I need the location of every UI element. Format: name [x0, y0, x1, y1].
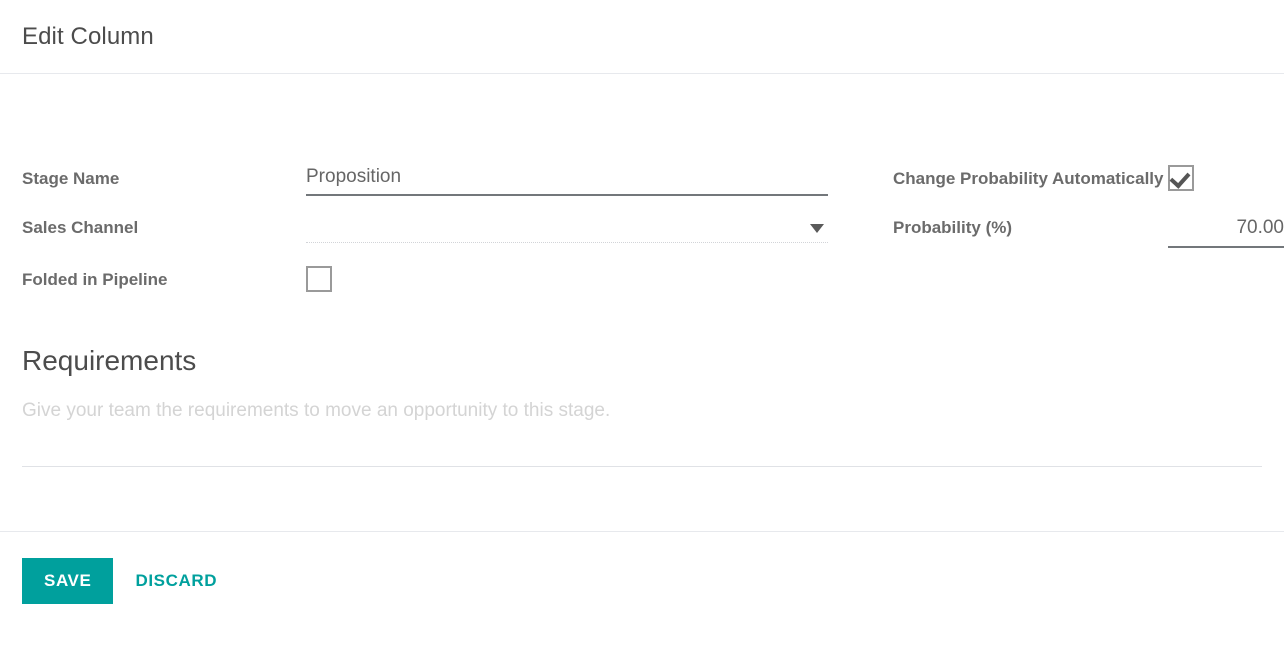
page-title: Edit Column — [22, 23, 154, 51]
sales-channel-input[interactable] — [306, 211, 828, 243]
stage-name-input[interactable]: Proposition — [306, 162, 828, 196]
folded-in-pipeline-cell — [306, 263, 829, 296]
form-grid: Stage Name Proposition Change Probabilit… — [22, 74, 1262, 296]
discard-button[interactable]: DISCARD — [119, 558, 233, 604]
probability-field-cell: 70.00 — [1168, 211, 1284, 248]
requirements-section: Requirements Give your team the requirem… — [22, 296, 1262, 426]
change-probability-checkbox-cell — [1168, 162, 1284, 195]
sales-channel-field-cell — [306, 211, 829, 243]
requirements-bottom-spacer — [22, 426, 1262, 466]
change-probability-automatically-checkbox[interactable] — [1168, 165, 1194, 191]
stage-name-field-cell: Proposition — [306, 162, 829, 196]
dialog-footer: SAVE DISCARD — [0, 532, 1284, 604]
folded-in-pipeline-checkbox[interactable] — [306, 266, 332, 292]
requirements-editor[interactable]: Give your team the requirements to move … — [22, 379, 1262, 426]
dialog-header: Edit Column — [0, 0, 1284, 73]
dialog-body: Stage Name Proposition Change Probabilit… — [0, 74, 1284, 466]
footer-top-spacer — [0, 467, 1284, 531]
stage-name-label: Stage Name — [22, 162, 306, 195]
save-button[interactable]: SAVE — [22, 558, 113, 604]
requirements-title: Requirements — [22, 343, 1262, 379]
change-probability-automatically-label: Change Probability Automatically — [893, 162, 1168, 196]
folded-in-pipeline-label: Folded in Pipeline — [22, 263, 306, 296]
probability-label: Probability (%) — [893, 211, 1168, 244]
chevron-down-icon[interactable] — [810, 224, 824, 233]
sales-channel-label: Sales Channel — [22, 211, 306, 244]
probability-input[interactable]: 70.00 — [1168, 211, 1284, 248]
